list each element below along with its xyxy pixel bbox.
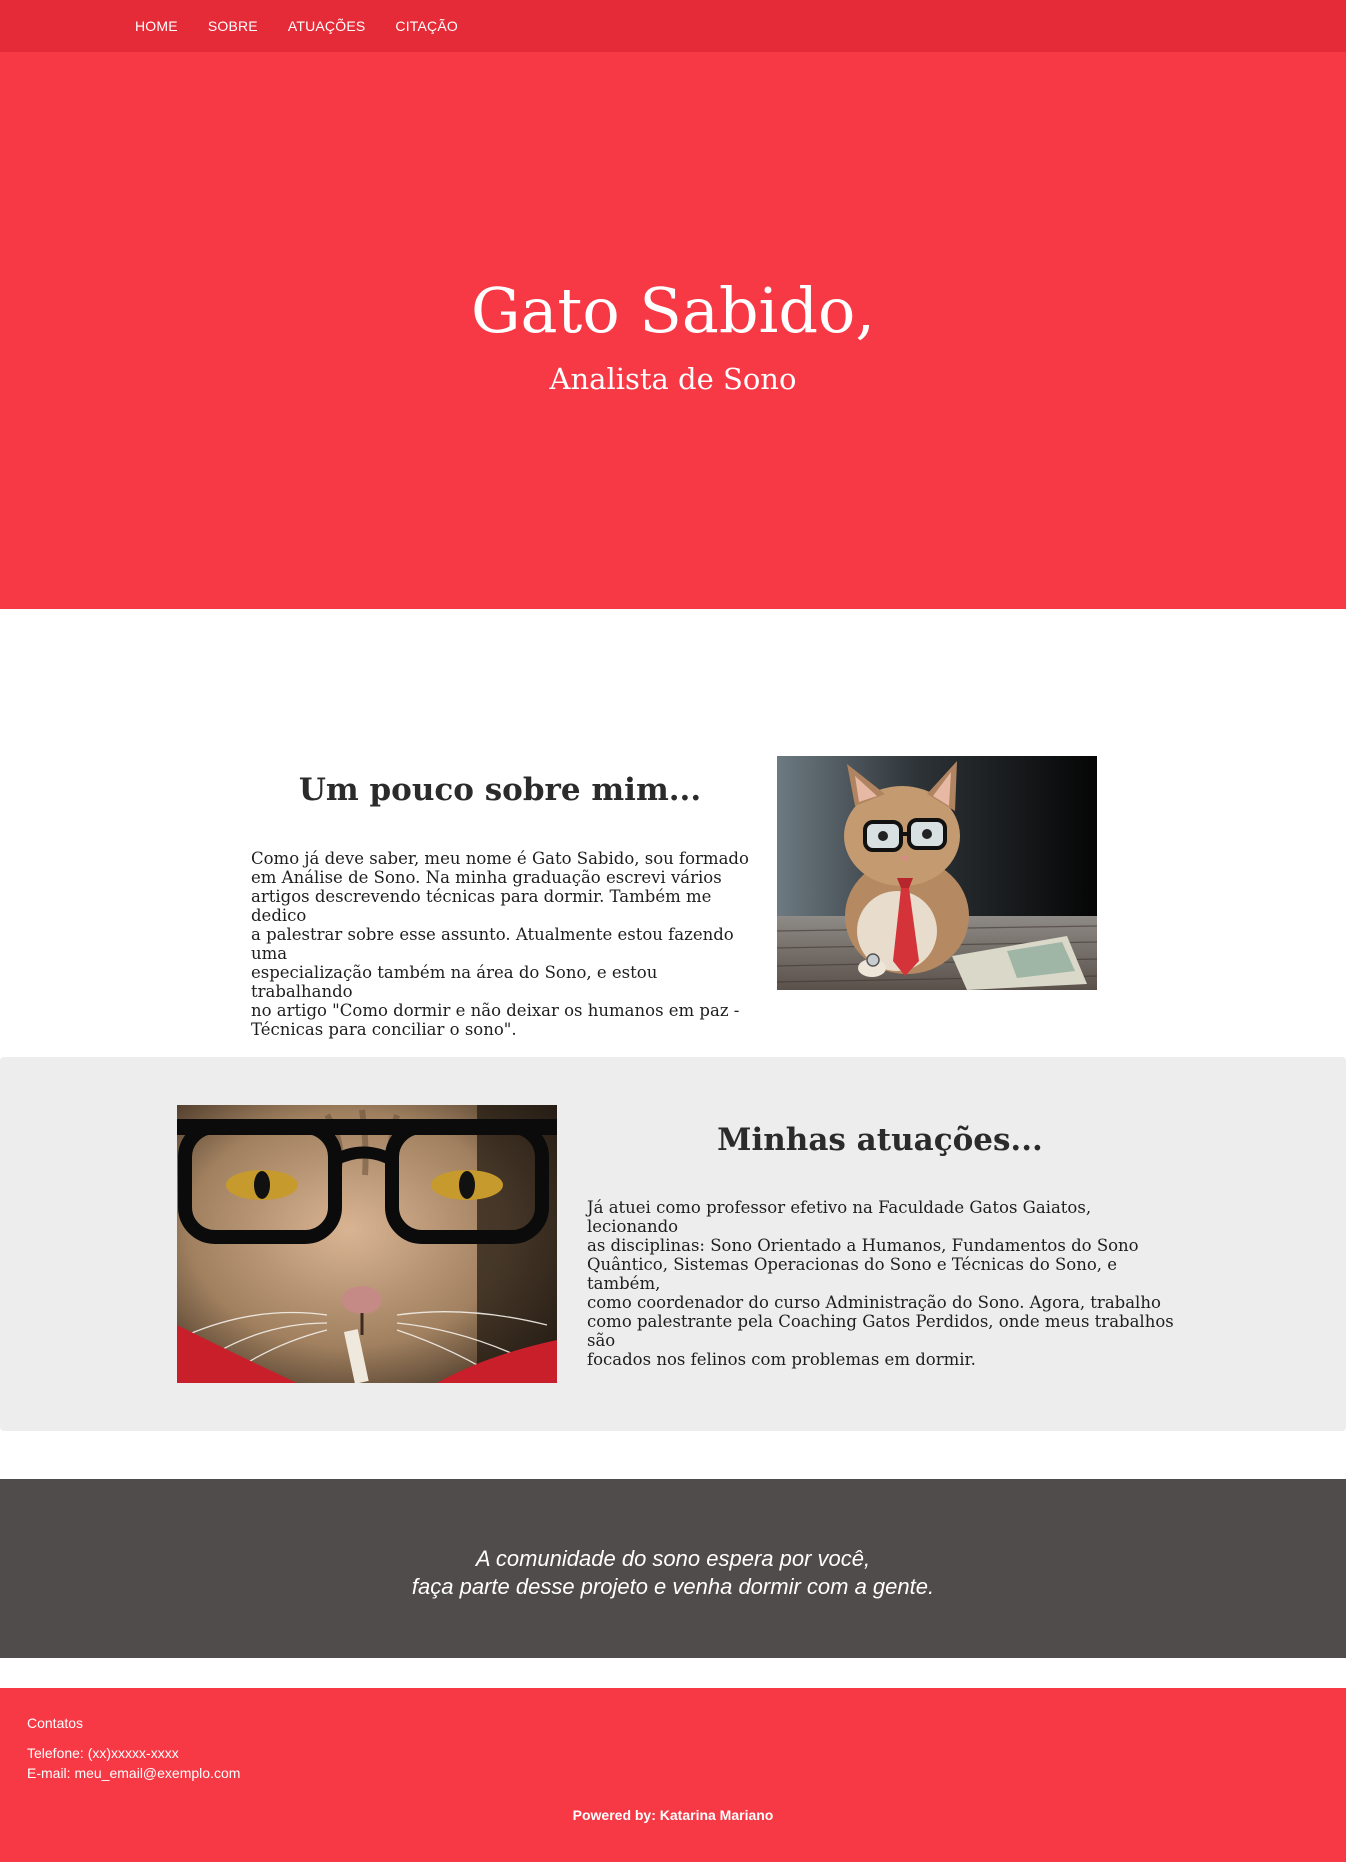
nav-link-home[interactable]: HOME [135,18,178,34]
contacts-heading: Contatos [27,1715,84,1731]
atuacoes-line: Quântico, Sistemas Operacionas do Sono e… [587,1255,1118,1293]
atuacoes-line: como coordenador do curso Administração … [587,1293,1161,1312]
hero-subtitle: Analista de Sono [549,362,797,396]
about-line: em Análise de Sono. Na minha graduação e… [251,868,722,887]
nav-link-sobre[interactable]: SOBRE [208,18,258,34]
about-line: artigos descrevendo técnicas para dormir… [251,887,712,925]
hero-title: Gato Sabido, [470,274,876,347]
atuacoes-line: focados nos felinos com problemas em dor… [587,1350,976,1369]
quote-line-1: A comunidade do sono espera por você, [475,1546,871,1571]
cat-with-glasses-photo [177,1105,557,1383]
nav-link-atuacoes[interactable]: ATUAÇÕES [288,18,366,34]
atuacoes-line: como palestrante pela Coaching Gatos Per… [587,1312,1174,1350]
atuacoes-line: Já atuei como professor efetivo na Facul… [587,1198,1092,1236]
hero-section: Gato Sabido, Analista de Sono [0,52,1346,609]
top-navbar: HOME SOBRE ATUAÇÕES CITAÇÃO [0,0,1346,52]
atuacoes-title: Minhas atuações... [717,1122,1043,1158]
atuacoes-line: as disciplinas: Sono Orientado a Humanos… [587,1236,1139,1255]
about-line: Técnicas para conciliar o sono". [251,1020,517,1039]
about-title: Um pouco sobre mim... [298,772,702,808]
about-paragraph: Como já deve saber, meu nome é Gato Sabi… [251,849,751,1039]
about-line: Como já deve saber, meu nome é Gato Sabi… [251,849,749,868]
nav-link-citacao[interactable]: CITAÇÃO [395,18,458,34]
footer: Contatos Telefone: (xx)xxxxx-xxxx E-mail… [0,1688,1346,1862]
powered-by-text: Powered by: Katarina Mariano [572,1807,774,1823]
atuacoes-paragraph: Já atuei como professor efetivo na Facul… [587,1198,1177,1369]
page: HOME SOBRE ATUAÇÕES CITAÇÃO Gato Sabido,… [0,0,1346,1862]
nav-links: HOME SOBRE ATUAÇÕES CITAÇÃO [135,0,488,52]
quote-text: A comunidade do sono espera por você, fa… [0,1545,1346,1601]
email-text: E-mail: meu_email@exemplo.com [27,1765,241,1781]
quote-line-2: faça parte desse projeto e venha dormir … [411,1574,935,1599]
about-line: no artigo "Como dormir e não deixar os h… [251,1001,740,1020]
about-line: a palestrar sobre esse assunto. Atualmen… [251,925,734,963]
cat-with-tie-photo [777,756,1097,990]
about-line: especialização também na área do Sono, e… [251,963,658,1001]
cat-with-tie-illustration [777,756,1097,990]
phone-text: Telefone: (xx)xxxxx-xxxx [27,1745,179,1761]
about-section: Um pouco sobre mim... Como já deve saber… [0,609,1346,1057]
quote-section: A comunidade do sono espera por você, fa… [0,1479,1346,1658]
cat-with-glasses-illustration [177,1105,557,1383]
atuacoes-section: Minhas atuações... Já atuei como profess… [0,1057,1346,1431]
